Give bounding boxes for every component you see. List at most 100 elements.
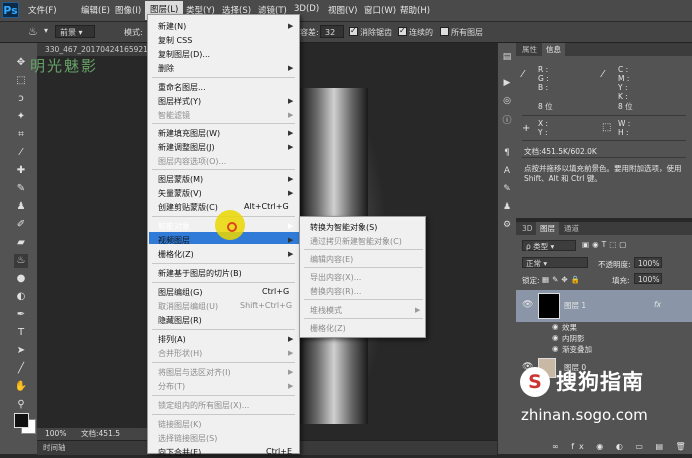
info-panel-icon[interactable]: ⓘ xyxy=(501,115,513,127)
tab-channels[interactable]: 通道 xyxy=(560,222,583,235)
foreground-color-swatch[interactable] xyxy=(14,413,29,428)
cmyk-c-label: C : xyxy=(618,65,629,74)
menu-item-layer-style[interactable]: 图层样式(Y) xyxy=(158,96,201,107)
layer1-thumbnail xyxy=(538,293,560,319)
adjust-panel-icon[interactable]: ◎ xyxy=(501,95,513,107)
path-selection-tool-icon[interactable]: ➤ xyxy=(14,344,28,358)
menu-help[interactable]: 帮助(H) xyxy=(400,4,430,16)
menu-item-smart-object[interactable]: 智能对象 xyxy=(158,221,190,232)
submenu-convert-to-smart-object[interactable]: 转换为智能对象(S) xyxy=(310,222,377,233)
effect-row-inner-shadow[interactable]: ◉ 内阴影 xyxy=(516,333,692,344)
antialias-checkbox[interactable] xyxy=(349,26,358,36)
line-tool-icon[interactable]: ╱ xyxy=(14,362,28,376)
menu-view[interactable]: 视图(V) xyxy=(328,4,357,16)
layer-filter-select[interactable]: ρ 类型 ▾ xyxy=(522,240,576,251)
pen-tool-icon[interactable]: ✒ xyxy=(14,308,28,322)
eyedropper-tool-icon[interactable]: ⁄ xyxy=(14,146,28,160)
zoom-tool-icon[interactable]: ⚲ xyxy=(14,398,28,412)
layer-row-layer1[interactable]: 👁 图层 1 fx xyxy=(516,290,692,322)
zoom-level[interactable]: 100% xyxy=(45,428,66,440)
blur-tool-icon[interactable]: ● xyxy=(14,272,28,286)
menu-item-copy-css[interactable]: 复制 CSS xyxy=(158,35,192,46)
fx-icon[interactable]: fx xyxy=(654,300,661,309)
tab-layers[interactable]: 图层 xyxy=(536,222,559,235)
menu-item-duplicate-layer[interactable]: 复制图层(D)... xyxy=(158,49,210,60)
character-panel-icon[interactable]: A xyxy=(501,165,513,177)
menu-edit[interactable]: 编辑(E) xyxy=(81,4,110,16)
layer-action-icons[interactable]: ∞ fx ◉ ◐ ▭ ▤ 🗑 xyxy=(552,442,691,451)
brush-tool-icon[interactable]: ✎ xyxy=(14,182,28,196)
menu-3d[interactable]: 3D(D) xyxy=(294,4,319,14)
tab-properties[interactable]: 属性 xyxy=(518,43,541,56)
menu-item-create-clipping-mask[interactable]: 创建剪贴蒙版(C) xyxy=(158,202,218,213)
move-tool-icon[interactable]: ✥ xyxy=(14,56,28,70)
effect1-eye-icon[interactable]: ◉ xyxy=(552,333,559,342)
tolerance-input[interactable]: 32 xyxy=(320,25,344,38)
hand-tool-icon[interactable]: ✋ xyxy=(14,380,28,394)
fill-input[interactable]: 100% xyxy=(634,273,662,284)
clone-stamp-tool-icon[interactable]: ♟ xyxy=(14,200,28,214)
clone-source-panel-icon[interactable]: ♟ xyxy=(501,201,513,213)
menu-item-group-layers[interactable]: 图层编组(G) xyxy=(158,287,202,298)
submenu-rasterize: 栅格化(Z) xyxy=(310,324,346,333)
all-layers-checkbox[interactable] xyxy=(440,27,449,36)
info-panel: 属性 信息 ⁄ R : G : B : 8 位 ⁄ C : M : Y : K … xyxy=(516,43,692,218)
menu-item-arrange[interactable]: 排列(A) xyxy=(158,334,186,345)
menu-item-rename-layer[interactable]: 重命名图层... xyxy=(158,82,206,93)
menu-separator xyxy=(152,169,295,170)
lasso-tool-icon[interactable]: ↄ xyxy=(14,92,28,106)
effect-row-gradient-overlay[interactable]: ◉ 渐变叠加 xyxy=(516,344,692,355)
eyedropper-readout-icon: ⁄ xyxy=(522,69,524,80)
menu-item-new-fill-layer[interactable]: 新建填充图层(W) xyxy=(158,128,220,139)
effect2-eye-icon[interactable]: ◉ xyxy=(552,344,559,353)
w-label: W : xyxy=(618,119,631,128)
history-brush-tool-icon[interactable]: ✐ xyxy=(14,218,28,232)
menu-item-merge-down[interactable]: 向下合并(E) xyxy=(158,447,201,458)
info-divider xyxy=(522,115,686,116)
menu-item-new[interactable]: 新建(N) xyxy=(158,21,186,32)
menu-image[interactable]: 图像(I) xyxy=(115,4,141,16)
tab-info[interactable]: 信息 xyxy=(542,43,565,56)
paint-bucket-icon[interactable]: ♨ xyxy=(28,25,38,38)
paint-bucket-tool-icon[interactable]: ♨ xyxy=(14,254,28,268)
blend-mode-select[interactable]: 正常 ▾ xyxy=(522,257,588,268)
filter-icons[interactable]: ▣◉T⬚▢ xyxy=(582,240,629,249)
menu-item-layer-mask[interactable]: 图层蒙版(M) xyxy=(158,174,203,185)
menu-item-vector-mask[interactable]: 矢量蒙版(V) xyxy=(158,188,202,199)
layers-panel-tabs: 3D 图层 通道 xyxy=(516,222,692,235)
lock-icons[interactable]: ▦✎✥🔒 xyxy=(542,275,583,284)
crop-tool-icon[interactable]: ⌗ xyxy=(14,128,28,142)
opacity-input[interactable]: 100% xyxy=(634,257,662,268)
antialias-label: 消除锯齿 xyxy=(360,28,392,37)
effects-eye-icon[interactable]: ◉ xyxy=(552,322,559,331)
layer1-name[interactable]: 图层 1 xyxy=(564,300,586,311)
magic-wand-tool-icon[interactable]: ✦ xyxy=(14,110,28,124)
eraser-tool-icon[interactable]: ▰ xyxy=(14,236,28,250)
effects-row[interactable]: ◉ 效果 xyxy=(516,322,692,333)
tool-presets-panel-icon[interactable]: ⚙ xyxy=(501,219,513,231)
h-label: H : xyxy=(618,128,629,137)
menu-item-rasterize[interactable]: 栅格化(Z) xyxy=(158,249,194,260)
timeline-label: 时间轴 xyxy=(43,443,66,452)
type-tool-icon[interactable]: T xyxy=(14,326,28,340)
menu-item-delete[interactable]: 删除 xyxy=(158,63,174,74)
fill-source-select[interactable]: 前景 ▾ xyxy=(55,25,95,38)
healing-brush-tool-icon[interactable]: ✚ xyxy=(14,164,28,178)
brush-panel-icon[interactable]: ✎ xyxy=(501,183,513,195)
history-panel-icon[interactable]: ▤ xyxy=(501,51,513,63)
menu-item-new-layer-based-slice[interactable]: 新建基于图层的切片(B) xyxy=(158,268,242,279)
menu-item-video-layers[interactable]: 视频图层 xyxy=(158,235,190,246)
marquee-tool-icon[interactable]: ⬚ xyxy=(14,74,28,88)
menu-window[interactable]: 窗口(W) xyxy=(364,4,396,16)
mode-label: 模式: xyxy=(124,28,143,37)
chevron-down-icon[interactable]: ▾ xyxy=(44,26,48,35)
menu-file[interactable]: 文件(F) xyxy=(28,4,57,16)
tab-3d[interactable]: 3D xyxy=(518,222,537,235)
menu-item-hide-layers[interactable]: 隐藏图层(R) xyxy=(158,315,202,326)
menu-item-new-adjustment-layer[interactable]: 新建调整图层(J) xyxy=(158,142,215,153)
contiguous-checkbox[interactable] xyxy=(398,26,407,36)
paragraph-panel-icon[interactable]: ¶ xyxy=(501,147,513,159)
visibility-eye-icon[interactable]: 👁 xyxy=(522,300,533,310)
dodge-tool-icon[interactable]: ◐ xyxy=(14,290,28,304)
actions-panel-icon[interactable]: ▶ xyxy=(501,77,513,89)
